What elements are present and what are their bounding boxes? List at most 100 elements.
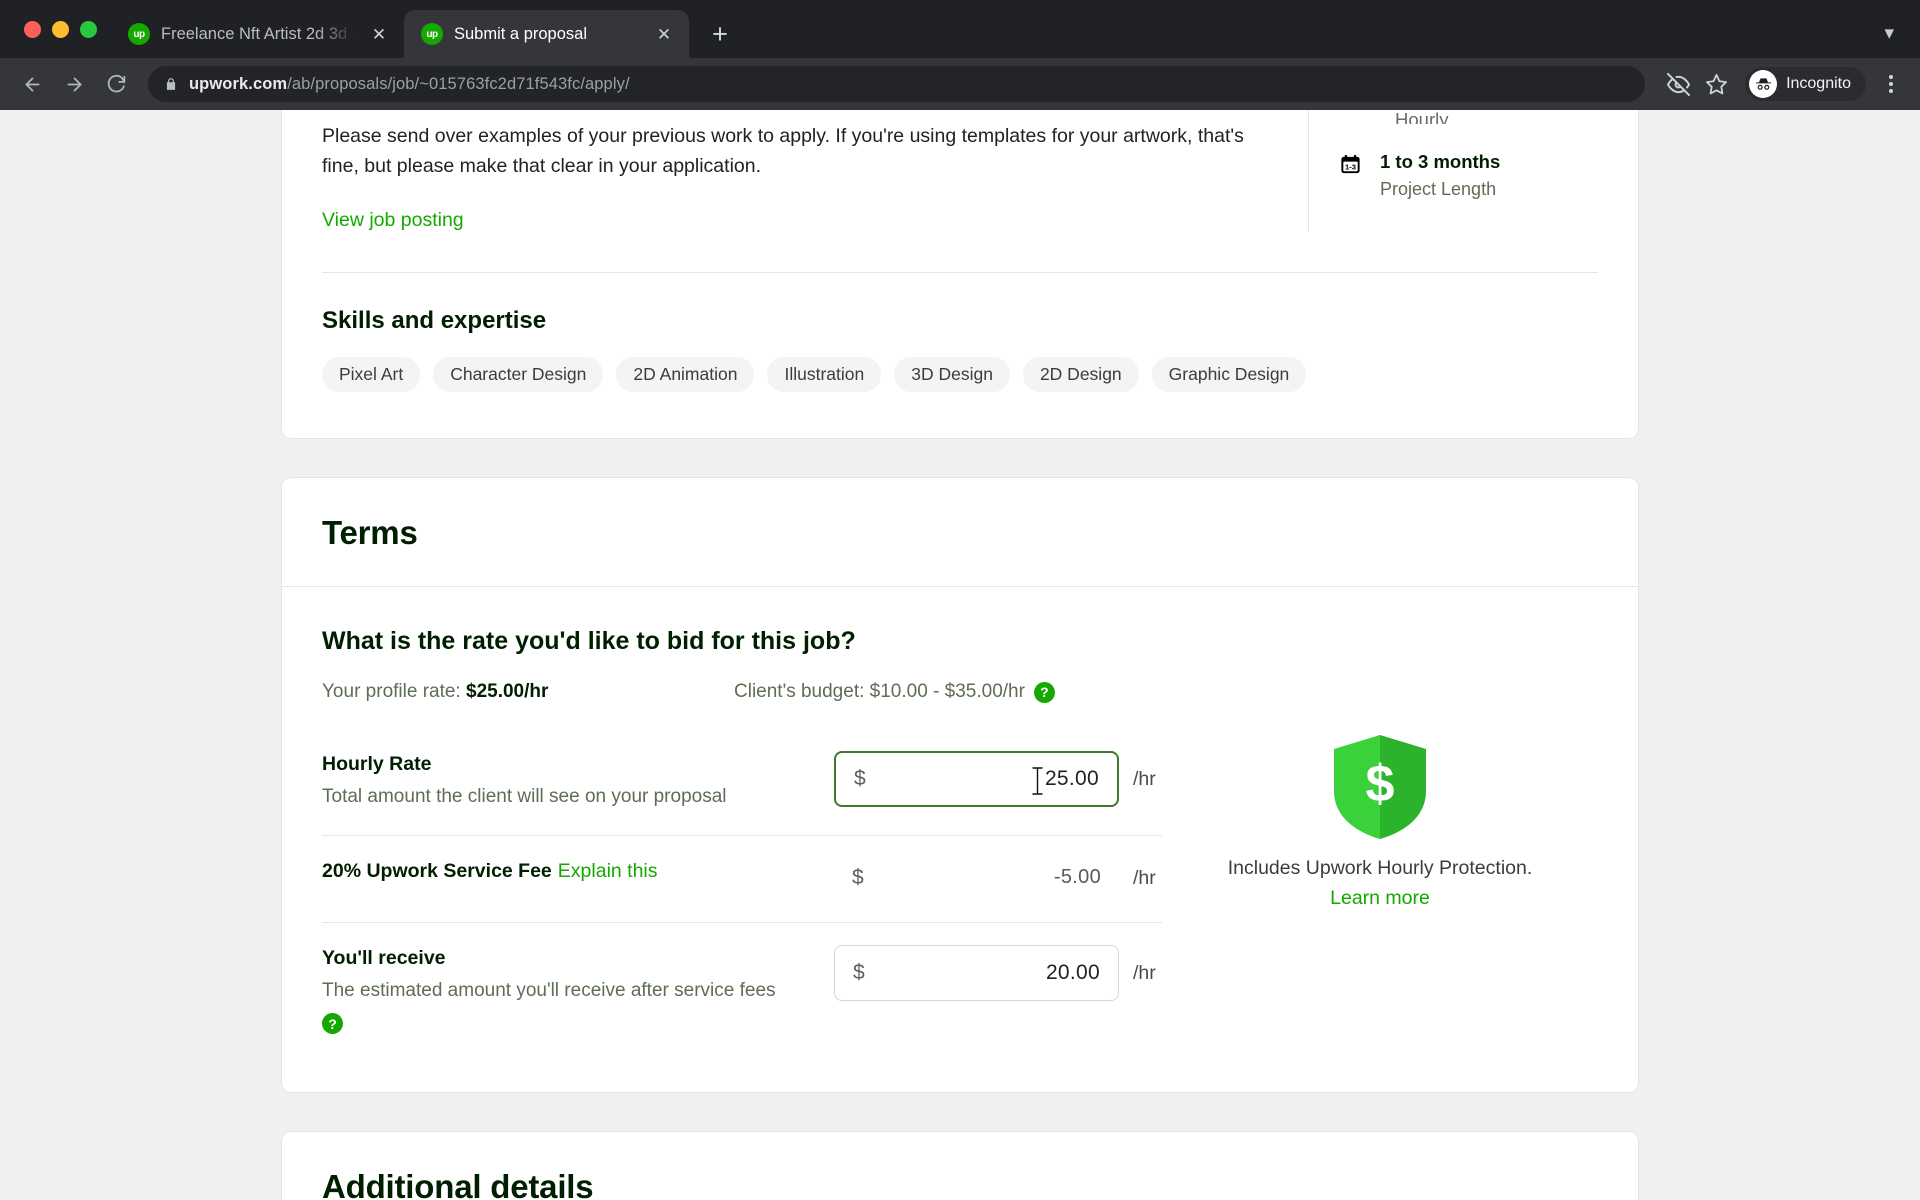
additional-details-card: Additional details Cover Letter <box>282 1132 1638 1200</box>
job-snippet-meta: Hourly 1-3 1 to 3 months Project Length <box>1308 110 1638 233</box>
profile-chip[interactable]: Incognito <box>1745 67 1866 101</box>
tab-freelance-nft-artist[interactable]: up Freelance Nft Artist 2d 3d Jobs ✕ <box>111 10 404 58</box>
minimize-window-button[interactable] <box>52 20 69 38</box>
project-length-value: 1 to 3 months <box>1380 151 1501 172</box>
client-budget-text: Client's budget: $10.00 - $35.00/hr <box>734 681 1025 703</box>
profile-rate-prefix: Your profile rate: <box>322 681 466 703</box>
upwork-icon: up <box>128 23 150 45</box>
tab-strip: up Freelance Nft Artist 2d 3d Jobs ✕ up … <box>0 0 1920 58</box>
additional-details-title: Additional details <box>322 1168 594 1200</box>
profile-rate: Your profile rate: $25.00/hr <box>322 681 734 703</box>
skill-chip[interactable]: Illustration <box>767 357 882 393</box>
forward-icon[interactable] <box>56 66 92 102</box>
project-length-text: 1 to 3 months Project Length <box>1380 150 1500 200</box>
rate-info-row: Your profile rate: $25.00/hr Client's bu… <box>322 681 1598 703</box>
toolbar-icons: Incognito <box>1661 67 1906 101</box>
skill-chip[interactable]: Character Design <box>433 357 604 393</box>
shield-dollar-icon: $ <box>1330 733 1430 841</box>
additional-details-header: Additional details <box>282 1132 1638 1200</box>
service-fee-suffix: /hr <box>1133 866 1156 889</box>
window-controls <box>18 0 111 58</box>
tab-title: Submit a proposal <box>454 24 587 43</box>
profile-label: Incognito <box>1786 75 1851 92</box>
you-receive-row: You'll receive The estimated amount you'… <box>322 921 1162 1059</box>
tab-strip-right: ▾ <box>1874 18 1904 49</box>
eye-off-icon[interactable] <box>1661 67 1695 101</box>
currency-symbol: $ <box>854 767 866 791</box>
close-tab-button[interactable]: ✕ <box>366 21 392 47</box>
you-receive-value: 20.00 <box>1045 960 1100 984</box>
tab-submit-a-proposal[interactable]: up Submit a proposal ✕ <box>404 10 689 58</box>
hourly-rate-sublabel: Total amount the client will see on your… <box>322 786 727 808</box>
maximize-window-button[interactable] <box>80 20 97 38</box>
upwork-icon: up <box>421 23 443 45</box>
project-length-row: 1-3 1 to 3 months Project Length <box>1339 150 1638 200</box>
service-fee-value: -5.00 <box>1053 866 1101 889</box>
back-icon[interactable] <box>14 66 50 102</box>
hourly-rate-input[interactable]: $ 25.00 <box>834 751 1119 808</box>
job-snippet-main: Please send over examples of your previo… <box>282 110 1308 232</box>
close-tab-button[interactable]: ✕ <box>651 21 677 47</box>
skill-chip[interactable]: 2D Animation <box>616 357 755 393</box>
hourly-rate-value: 25.00 <box>1044 767 1099 791</box>
browser-toolbar: upwork.com/ab/proposals/job/~015763fc2d7… <box>0 58 1920 110</box>
you-receive-label: You'll receive <box>322 946 446 969</box>
hourly-protection-text: Includes Upwork Hourly Protection. <box>1227 857 1533 880</box>
project-length-label: Project Length <box>1380 178 1497 199</box>
skill-chip[interactable]: 3D Design <box>894 357 1010 393</box>
url-domain: upwork.com <box>189 74 288 93</box>
terms-fields: Hourly Rate Total amount the client will… <box>322 729 1162 1058</box>
job-description: Please send over examples of your previo… <box>322 125 1244 177</box>
help-icon[interactable]: ? <box>1033 681 1055 703</box>
chevron-down-icon[interactable]: ▾ <box>1874 18 1904 49</box>
currency-symbol: $ <box>853 960 865 984</box>
job-snippet: Please send over examples of your previo… <box>282 110 1638 233</box>
service-fee-row: 20% Upwork Service Fee Explain this $ -5.… <box>322 834 1162 922</box>
you-receive-suffix: /hr <box>1133 961 1156 984</box>
skill-chip[interactable]: 2D Design <box>1022 357 1139 393</box>
calendar-icon: 1-3 <box>1339 153 1362 181</box>
rate-question: What is the rate you'd like to bid for t… <box>322 627 856 656</box>
proposal-page: Please send over examples of your previo… <box>0 110 1920 1200</box>
hourly-rate-row: Hourly Rate Total amount the client will… <box>322 729 1162 835</box>
service-fee-label: 20% Upwork Service Fee Explain this <box>322 860 834 883</box>
service-fee-text: 20% Upwork Service Fee <box>322 859 552 882</box>
skills-list: Pixel Art Character Design 2D Animation … <box>282 335 1638 438</box>
svg-text:1-3: 1-3 <box>1345 162 1356 171</box>
new-tab-button[interactable]: + <box>699 13 741 55</box>
terms-header: Terms <box>282 478 1638 588</box>
url-path: /ab/proposals/job/~015763fc2d71f543fc/ap… <box>287 74 630 93</box>
service-fee-amount: $ -5.00 <box>834 858 1119 898</box>
reload-icon[interactable] <box>98 66 134 102</box>
hourly-protection-panel: $ Includes Upwork Hourly Protection. Lea… <box>1162 729 1598 1058</box>
terms-body: What is the rate you'd like to bid for t… <box>282 587 1638 1092</box>
you-receive-sublabel: The estimated amount you'll receive afte… <box>322 979 776 1001</box>
view-job-posting-link[interactable]: View job posting <box>322 209 464 232</box>
currency-symbol: $ <box>852 865 864 889</box>
skill-chip[interactable]: Graphic Design <box>1151 357 1307 393</box>
hourly-rate-suffix: /hr <box>1133 768 1156 791</box>
help-icon[interactable]: ? <box>322 1013 343 1035</box>
hourly-rate-labels: Hourly Rate Total amount the client will… <box>322 751 834 811</box>
lock-icon <box>164 76 178 92</box>
star-icon[interactable] <box>1699 67 1733 101</box>
browser-window: up Freelance Nft Artist 2d 3d Jobs ✕ up … <box>0 0 1920 1200</box>
hourly-rate-label: Hourly Rate <box>322 753 432 776</box>
page-viewport[interactable]: Please send over examples of your previo… <box>0 110 1920 1200</box>
close-window-button[interactable] <box>24 20 41 38</box>
url-text: upwork.com/ab/proposals/job/~015763fc2d7… <box>189 75 630 94</box>
address-bar[interactable]: upwork.com/ab/proposals/job/~015763fc2d7… <box>148 66 1646 102</box>
tab-title: Freelance Nft Artist 2d 3d Jobs <box>161 24 355 43</box>
explain-this-link[interactable]: Explain this <box>558 860 658 882</box>
service-fee-labels: 20% Upwork Service Fee Explain this <box>322 858 834 883</box>
skills-heading: Skills and expertise <box>322 307 547 335</box>
job-snippet-card: Please send over examples of your previo… <box>282 110 1638 439</box>
you-receive-input[interactable]: $ 20.00 <box>834 944 1119 1001</box>
skill-chip[interactable]: Pixel Art <box>322 357 421 393</box>
terms-card: Terms What is the rate you'd like to bid… <box>282 478 1638 1093</box>
learn-more-link[interactable]: Learn more <box>1330 887 1430 910</box>
text-cursor-icon <box>1032 767 1043 795</box>
terms-layout: Hourly Rate Total amount the client will… <box>322 729 1598 1058</box>
client-budget: Client's budget: $10.00 - $35.00/hr ? <box>734 681 1055 703</box>
menu-kebab-icon[interactable] <box>1876 67 1906 101</box>
